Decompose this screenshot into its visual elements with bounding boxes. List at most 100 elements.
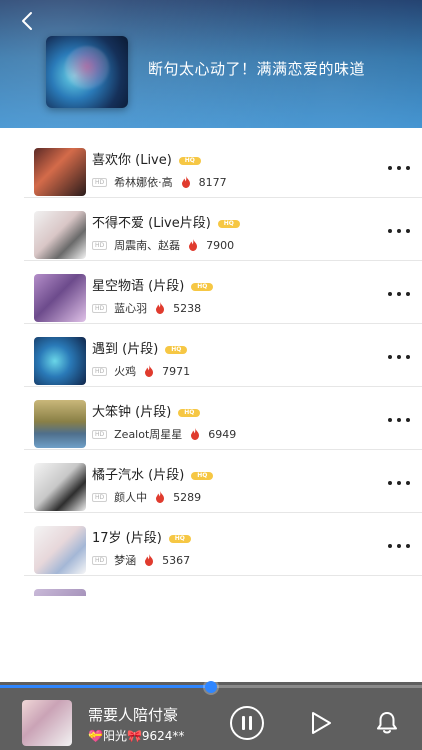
play-icon bbox=[312, 712, 331, 734]
song-row[interactable]: 遇到 (片段) HQ HD 火鸡 7971 bbox=[24, 325, 422, 387]
song-artist: 火鸡 bbox=[114, 365, 137, 378]
song-title: 17岁 (片段) bbox=[92, 531, 162, 546]
playlist-title: 断句太心动了！满满恋爱的味道 bbox=[148, 60, 366, 78]
fire-icon bbox=[156, 491, 165, 503]
fire-icon bbox=[191, 428, 200, 440]
play-count: 5289 bbox=[173, 490, 202, 504]
dot-icon bbox=[397, 166, 401, 170]
hq-badge: HQ bbox=[178, 156, 201, 165]
more-options-button[interactable] bbox=[388, 347, 410, 367]
song-row-partial[interactable] bbox=[24, 577, 422, 596]
dot-icon bbox=[388, 355, 392, 359]
back-button[interactable] bbox=[16, 10, 38, 32]
song-thumbnail bbox=[34, 337, 86, 385]
hq-badge: HQ bbox=[178, 408, 201, 417]
chevron-left-icon bbox=[22, 12, 32, 30]
dot-icon bbox=[397, 355, 401, 359]
song-artist: 希林娜依·高 bbox=[114, 176, 173, 189]
play-button[interactable] bbox=[301, 704, 339, 742]
dot-icon bbox=[406, 481, 410, 485]
song-thumbnail bbox=[34, 526, 86, 574]
dot-icon bbox=[406, 229, 410, 233]
dot-icon bbox=[388, 544, 392, 548]
song-thumbnail bbox=[34, 400, 86, 448]
hd-badge: HD bbox=[92, 366, 108, 376]
hd-badge: HD bbox=[92, 177, 108, 187]
dot-icon bbox=[388, 481, 392, 485]
now-playing-title: 需要人陪付豪 bbox=[88, 706, 179, 724]
dot-icon bbox=[406, 544, 410, 548]
dot-icon bbox=[397, 229, 401, 233]
dot-icon bbox=[397, 418, 401, 422]
hq-badge: HQ bbox=[191, 282, 214, 291]
hd-badge: HD bbox=[92, 240, 108, 250]
song-row[interactable]: 星空物语 (片段) HQ HD 蓝心羽 5238 bbox=[24, 262, 422, 324]
song-thumbnail bbox=[34, 463, 86, 511]
dot-icon bbox=[406, 355, 410, 359]
more-options-button[interactable] bbox=[388, 221, 410, 241]
hq-badge: HQ bbox=[191, 471, 214, 480]
song-row[interactable]: 17岁 (片段) HQ HD 梦涵 5367 bbox=[24, 514, 422, 576]
song-row[interactable]: 喜欢你 (Live) HQ HD 希林娜依·高 8177 bbox=[24, 136, 422, 198]
pause-button[interactable] bbox=[228, 704, 266, 742]
song-row[interactable]: 不得不爱 (Live片段) HQ HD 周震南、赵磊 7900 bbox=[24, 199, 422, 261]
song-title: 橘子汽水 (片段) bbox=[92, 468, 185, 483]
song-title: 大笨钟 (片段) bbox=[92, 405, 172, 420]
song-artist: 蓝心羽 bbox=[114, 302, 148, 315]
dot-icon bbox=[388, 166, 392, 170]
hq-badge: HQ bbox=[165, 345, 188, 354]
song-row[interactable]: 大笨钟 (片段) HQ HD Zealot周星星 6949 bbox=[24, 388, 422, 450]
more-options-button[interactable] bbox=[388, 536, 410, 556]
bell-icon bbox=[377, 712, 397, 734]
pause-icon bbox=[230, 706, 264, 740]
playlist-header: 断句太心动了！满满恋爱的味道 bbox=[0, 0, 422, 128]
play-count: 6949 bbox=[208, 427, 237, 441]
dot-icon bbox=[397, 292, 401, 296]
more-options-button[interactable] bbox=[388, 473, 410, 493]
song-artist: 梦涵 bbox=[114, 554, 137, 567]
progress-bar[interactable] bbox=[0, 681, 422, 693]
song-thumbnail bbox=[34, 274, 86, 322]
now-playing-cover[interactable] bbox=[22, 700, 72, 746]
hd-badge: HD bbox=[92, 555, 108, 565]
now-playing-bar[interactable]: 需要人陪付豪 💝阳光🎀9624** bbox=[0, 681, 422, 750]
more-options-button[interactable] bbox=[388, 284, 410, 304]
song-title: 星空物语 (片段) bbox=[92, 279, 185, 294]
playlist-cover bbox=[46, 36, 128, 108]
fire-icon bbox=[145, 554, 154, 566]
progress-fill bbox=[0, 685, 211, 688]
fire-icon bbox=[156, 302, 165, 314]
play-count: 7900 bbox=[206, 238, 235, 252]
bell-button[interactable] bbox=[368, 704, 406, 742]
fire-icon bbox=[145, 365, 154, 377]
song-thumbnail bbox=[34, 211, 86, 259]
more-options-button[interactable] bbox=[388, 410, 410, 430]
now-playing-subtitle: 💝阳光🎀9624** bbox=[88, 729, 185, 743]
hd-badge: HD bbox=[92, 492, 108, 502]
fire-icon bbox=[181, 176, 190, 188]
song-title: 喜欢你 (Live) bbox=[92, 153, 172, 168]
more-options-button[interactable] bbox=[388, 158, 410, 178]
play-count: 7971 bbox=[162, 364, 191, 378]
song-list[interactable]: 喜欢你 (Live) HQ HD 希林娜依·高 8177 不得不爱 (Live片段… bbox=[0, 136, 422, 596]
dot-icon bbox=[397, 481, 401, 485]
progress-handle[interactable] bbox=[205, 681, 217, 693]
hd-badge: HD bbox=[92, 303, 108, 313]
song-artist: 周震南、赵磊 bbox=[114, 239, 181, 252]
fire-icon bbox=[189, 239, 198, 251]
hq-badge: HQ bbox=[168, 534, 191, 543]
song-title: 遇到 (片段) bbox=[92, 342, 159, 357]
hd-badge: HD bbox=[92, 429, 108, 439]
dot-icon bbox=[406, 166, 410, 170]
dot-icon bbox=[406, 292, 410, 296]
dot-icon bbox=[406, 418, 410, 422]
song-row[interactable]: 橘子汽水 (片段) HQ HD 颜人中 5289 bbox=[24, 451, 422, 513]
song-artist: Zealot周星星 bbox=[114, 428, 183, 441]
dot-icon bbox=[388, 229, 392, 233]
play-count: 5238 bbox=[173, 301, 202, 315]
song-artist: 颜人中 bbox=[114, 491, 148, 504]
play-count: 8177 bbox=[198, 175, 227, 189]
dot-icon bbox=[397, 544, 401, 548]
song-title: 不得不爱 (Live片段) bbox=[92, 216, 211, 231]
dot-icon bbox=[388, 418, 392, 422]
